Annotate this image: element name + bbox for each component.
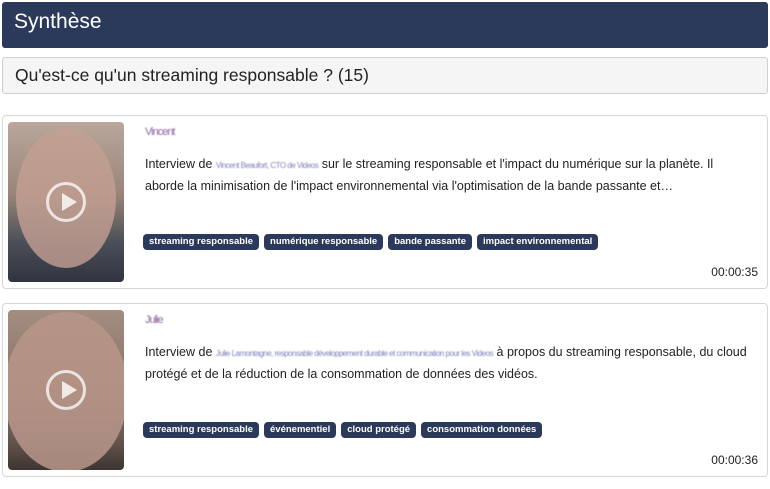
video-duration: 00:00:35	[711, 265, 758, 279]
play-icon[interactable]	[46, 182, 86, 222]
blurred-name: Julie Lamontagne, responsable développem…	[215, 349, 494, 358]
card-description: Interview de Vincent Beaufort, CTO de Vi…	[145, 154, 755, 196]
tag[interactable]: streaming responsable	[143, 422, 260, 438]
tag-list: streaming responsable numérique responsa…	[143, 234, 599, 250]
video-thumbnail[interactable]	[8, 122, 124, 282]
play-icon[interactable]	[46, 370, 86, 410]
video-card[interactable]: Julie Interview de Julie Lamontagne, res…	[2, 303, 768, 477]
page-title: Synthèse	[14, 10, 102, 33]
page-header: Synthèse	[2, 2, 768, 48]
card-title[interactable]: Julie	[145, 314, 164, 326]
video-duration: 00:00:36	[711, 453, 758, 467]
section-title-text: Qu'est-ce qu'un streaming responsable ? …	[15, 65, 369, 85]
desc-prefix: Interview de	[145, 157, 213, 171]
tag-list: streaming responsable événementiel cloud…	[143, 422, 543, 438]
tag[interactable]: bande passante	[388, 234, 472, 250]
tag[interactable]: cloud protégé	[341, 422, 417, 438]
tag[interactable]: impact environnemental	[477, 234, 599, 250]
tag[interactable]: événementiel	[264, 422, 337, 438]
tag[interactable]: numérique responsable	[264, 234, 384, 250]
video-thumbnail[interactable]	[8, 310, 124, 470]
desc-prefix: Interview de	[145, 345, 213, 359]
blurred-name: Vincent Beaufort, CTO de Videos	[215, 161, 319, 170]
tag[interactable]: consommation données	[421, 422, 543, 438]
tag[interactable]: streaming responsable	[143, 234, 260, 250]
video-card[interactable]: Vincent Interview de Vincent Beaufort, C…	[2, 115, 768, 289]
card-description: Interview de Julie Lamontagne, responsab…	[145, 342, 755, 384]
section-title[interactable]: Qu'est-ce qu'un streaming responsable ? …	[2, 57, 768, 94]
card-title[interactable]: Vincent	[145, 126, 175, 138]
